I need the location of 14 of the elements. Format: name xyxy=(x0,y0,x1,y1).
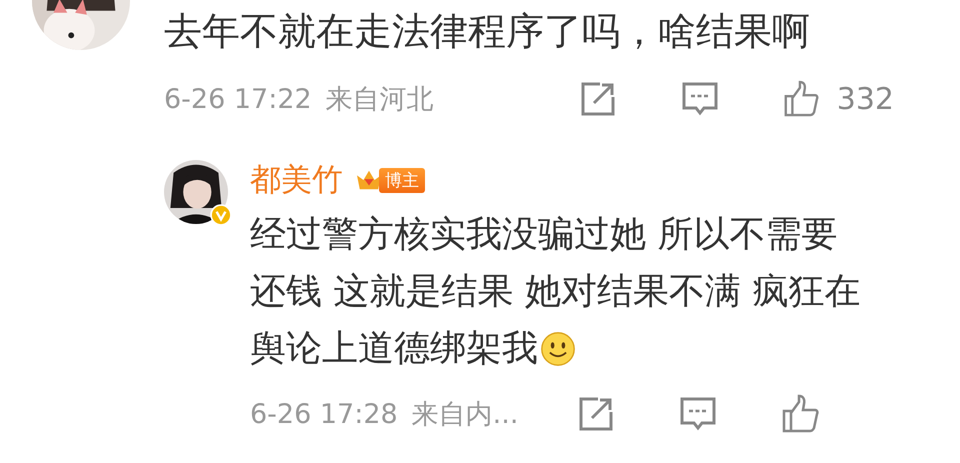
comment-location: 来自河北 xyxy=(326,83,434,117)
reply-location: 来自内... xyxy=(412,398,518,432)
blogger-badge: 博主 xyxy=(379,168,425,192)
comment-text: 去年不就在走法律程序了吗，啥结果啊 xyxy=(164,8,811,55)
reply-text: 还钱 这就是结果 她对结果不满 疯狂在 xyxy=(250,270,860,314)
reply-text: 舆论上道德绑架我 xyxy=(250,327,538,371)
comment-time: 6-26 17:22 xyxy=(164,84,312,114)
like-count: 332 xyxy=(836,82,894,116)
reply-text: 经过警方核实我没骗过她 所以不需要 xyxy=(250,213,838,257)
reply-time: 6-26 17:28 xyxy=(250,398,398,430)
thumbs-up-icon[interactable] xyxy=(782,79,820,119)
author-name[interactable]: 都美竹 xyxy=(250,159,343,201)
smiley-icon xyxy=(540,330,576,366)
thumbs-up-icon[interactable] xyxy=(780,394,820,434)
